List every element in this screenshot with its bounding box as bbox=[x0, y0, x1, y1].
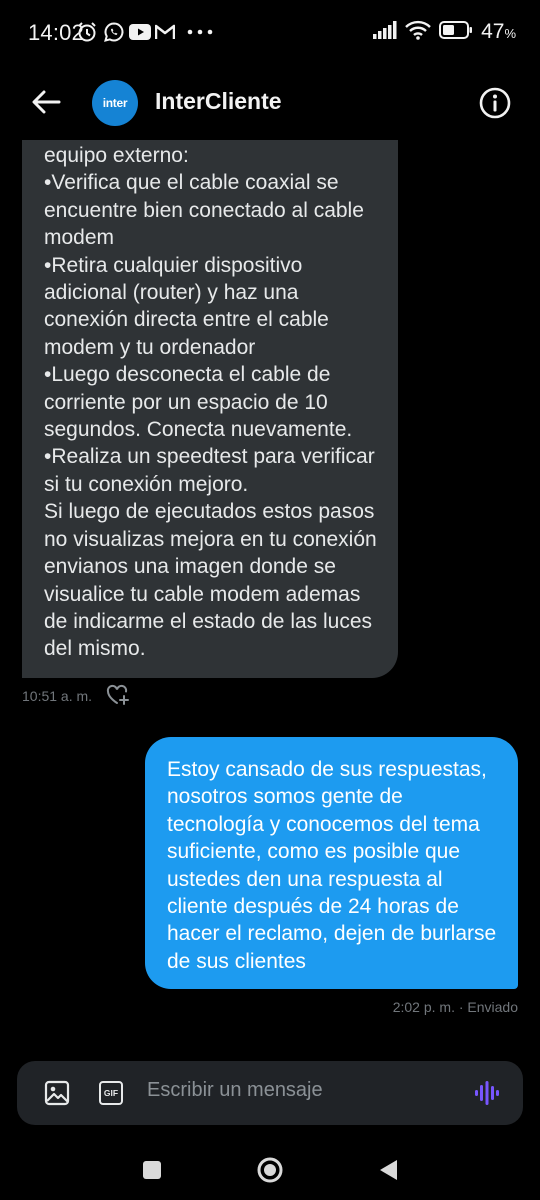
recents-button[interactable] bbox=[138, 1156, 166, 1184]
message-line: no visualizas mejora en tu conexión bbox=[44, 527, 377, 551]
status-bar: 14:02 47% bbox=[0, 0, 540, 66]
square-icon bbox=[143, 1161, 161, 1179]
contact-name[interactable]: InterCliente bbox=[155, 88, 282, 115]
message-line: suficiente, como es posible que bbox=[167, 840, 461, 864]
battery-icon bbox=[439, 20, 473, 44]
incoming-message-meta: 10:51 a. m. bbox=[22, 686, 92, 706]
gif-label: GIF bbox=[103, 1088, 119, 1098]
gif-button[interactable]: GIF bbox=[97, 1079, 125, 1107]
chat-header: inter InterCliente bbox=[0, 66, 540, 140]
add-reaction-button[interactable] bbox=[106, 684, 130, 706]
alarm-icon bbox=[76, 21, 98, 43]
image-icon bbox=[44, 1080, 70, 1106]
system-navigation-bar bbox=[0, 1140, 540, 1200]
voice-waveform-icon bbox=[475, 1081, 499, 1105]
message-line: Estoy cansado de sus respuestas, bbox=[167, 758, 487, 781]
back-nav-button[interactable] bbox=[374, 1156, 402, 1184]
gif-icon: GIF bbox=[99, 1081, 123, 1105]
message-line: conexión directa entre el cable bbox=[44, 308, 329, 332]
back-arrow-icon bbox=[32, 90, 61, 114]
message-line: tecnología y conocemos del tema bbox=[167, 812, 480, 836]
message-line: •Verifica que el cable coaxial se bbox=[44, 171, 339, 195]
info-icon bbox=[479, 87, 511, 119]
home-button[interactable] bbox=[256, 1156, 284, 1184]
message-line: equipo externo: bbox=[44, 144, 189, 167]
message-input[interactable] bbox=[147, 1079, 447, 1102]
message-timestamp: 10:51 a. m. bbox=[22, 688, 93, 704]
wifi-icon bbox=[405, 20, 431, 45]
outgoing-message-bubble[interactable]: Estoy cansado de sus respuestas, nosotro… bbox=[145, 737, 518, 989]
message-line: del mismo. bbox=[44, 637, 146, 661]
message-line: •Retira cualquier dispositivo bbox=[44, 253, 303, 277]
message-line: encuentre bien conectado al cable bbox=[44, 198, 364, 222]
message-line: corriente por un espacio de 10 bbox=[44, 390, 328, 414]
message-line: nosotros somos gente de bbox=[167, 785, 403, 809]
message-line: de sus clientes bbox=[167, 949, 306, 973]
message-line: adicional (router) y haz una bbox=[44, 281, 299, 305]
whatsapp-icon bbox=[103, 21, 125, 43]
message-line: cliente después de 24 horas de bbox=[167, 895, 459, 919]
heart-plus-icon bbox=[106, 684, 129, 705]
message-line: visualice tu cable modem ademas bbox=[44, 582, 361, 606]
message-line: modem y tu ordenador bbox=[44, 335, 256, 359]
message-line: hacer el reclamo, dejen de burlarse bbox=[167, 922, 497, 946]
message-line: •Realiza un speedtest para verificar bbox=[44, 445, 375, 469]
battery-percent: 47% bbox=[481, 20, 516, 43]
avatar-logo-text: inter bbox=[102, 96, 128, 110]
message-line: Si luego de ejecutados estos pasos bbox=[44, 500, 375, 524]
incoming-message-bubble[interactable]: equipo externo: •Verifica que el cable c… bbox=[22, 140, 398, 678]
message-composer: GIF bbox=[17, 1061, 523, 1125]
avatar[interactable]: inter bbox=[92, 80, 138, 126]
message-line: segundos. Conecta nuevamente. bbox=[44, 418, 353, 442]
info-button[interactable] bbox=[478, 86, 512, 120]
signal-icon bbox=[373, 20, 397, 44]
voice-message-button[interactable] bbox=[473, 1079, 501, 1107]
message-line: envianos una imagen donde se bbox=[44, 555, 336, 579]
back-button[interactable] bbox=[26, 84, 66, 120]
more-dots-icon bbox=[187, 21, 213, 43]
message-line: •Luego desconecta el cable de bbox=[44, 363, 331, 387]
youtube-icon bbox=[129, 21, 151, 43]
message-line: modem bbox=[44, 226, 115, 250]
add-image-button[interactable] bbox=[43, 1079, 71, 1107]
gmail-icon bbox=[155, 21, 175, 43]
outgoing-message-meta: 2:02 p. m. · Enviado bbox=[392, 999, 518, 1015]
message-line: ustedes den una respuesta al bbox=[167, 867, 443, 891]
home-circle-icon bbox=[257, 1157, 283, 1183]
message-line: si tu conexión mejoro. bbox=[44, 472, 249, 496]
triangle-back-icon bbox=[380, 1160, 397, 1180]
message-line: de indicarme el estado de las luces bbox=[44, 609, 373, 633]
